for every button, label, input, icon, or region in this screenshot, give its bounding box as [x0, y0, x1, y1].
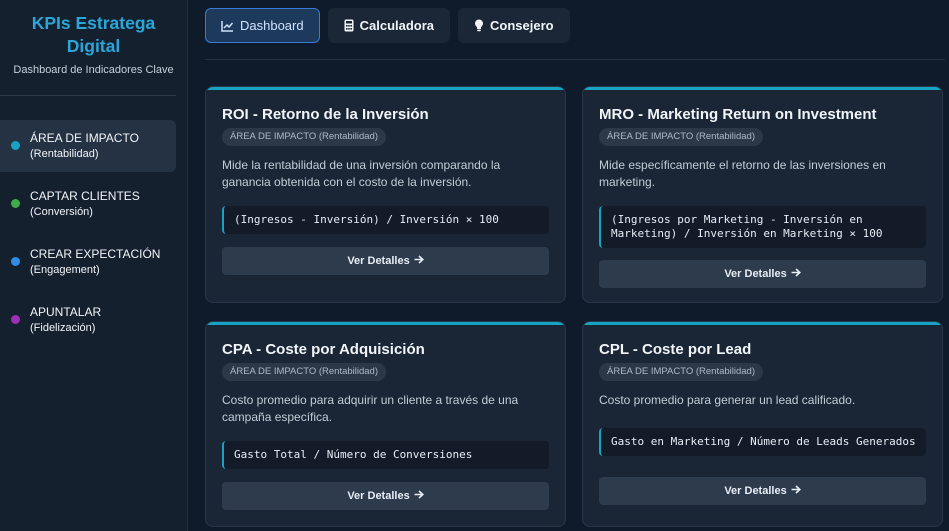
- sidebar: KPIs Estratega Digital Dashboard de Indi…: [0, 0, 188, 531]
- status-dot: [11, 315, 20, 324]
- sidebar-item-subtitle: (Conversión): [30, 206, 93, 218]
- sidebar-item-title: ÁREA DE IMPACTO: [30, 131, 139, 145]
- sidebar-item-area-de-impacto[interactable]: ÁREA DE IMPACTO (Rentabilidad): [0, 120, 176, 172]
- card-description: Costo promedio para generar un lead cali…: [599, 393, 856, 407]
- arrow-right-icon: [414, 255, 424, 267]
- brand: KPIs Estratega Digital Dashboard de Indi…: [0, 0, 187, 76]
- kpi-card-cpa: CPA - Coste por Adquisición ÁREA DE IMPA…: [205, 321, 566, 527]
- brand-title-line1: KPIs Estratega: [31, 13, 156, 33]
- sidebar-nav: ÁREA DE IMPACTO (Rentabilidad) CAPTAR CL…: [0, 120, 176, 352]
- ver-detalles-button[interactable]: Ver Detalles: [222, 247, 549, 275]
- kpi-card-cpl: CPL - Coste por Lead ÁREA DE IMPACTO (Re…: [582, 321, 943, 527]
- tab-label: Dashboard: [240, 18, 304, 33]
- sidebar-item-title: APUNTALAR: [30, 305, 102, 319]
- sidebar-item-captar-clientes[interactable]: CAPTAR CLIENTES (Conversión): [0, 178, 176, 230]
- chart-line-icon: [221, 20, 234, 32]
- ver-detalles-button[interactable]: Ver Detalles: [599, 477, 926, 505]
- status-dot: [11, 199, 20, 208]
- ver-detalles-button[interactable]: Ver Detalles: [599, 260, 926, 288]
- arrow-right-icon: [414, 490, 424, 502]
- formula-box: Gasto en Marketing / Número de Leads Gen…: [599, 428, 926, 456]
- arrow-right-icon: [791, 268, 801, 280]
- formula-box: (Ingresos por Marketing - Inversión en M…: [599, 206, 926, 248]
- card-description: Mide específicamente el retorno de las i…: [599, 158, 886, 189]
- arrow-right-icon: [791, 485, 801, 497]
- sidebar-item-subtitle: (Fidelización): [30, 322, 96, 334]
- tab-dashboard[interactable]: Dashboard: [205, 8, 320, 43]
- card-title: MRO - Marketing Return on Investment: [599, 106, 877, 123]
- card-title: CPL - Coste por Lead: [599, 341, 752, 358]
- main-content: Dashboard Calculadora Consejero ROI - Re…: [189, 0, 949, 531]
- button-label: Ver Detalles: [724, 485, 787, 497]
- button-label: Ver Detalles: [347, 490, 410, 502]
- sidebar-item-title: CREAR EXPECTACIÓN: [30, 247, 161, 261]
- lightbulb-icon: [474, 19, 484, 32]
- tab-consejero[interactable]: Consejero: [458, 8, 570, 43]
- tab-calculadora[interactable]: Calculadora: [327, 8, 451, 43]
- card-title: CPA - Coste por Adquisición: [222, 341, 425, 358]
- calculator-icon: [344, 19, 354, 32]
- button-label: Ver Detalles: [347, 255, 410, 267]
- formula-box: Gasto Total / Número de Conversiones: [222, 441, 549, 469]
- card-description: Mide la rentabilidad de una inversión co…: [222, 158, 501, 189]
- card-title: ROI - Retorno de la Inversión: [222, 106, 429, 123]
- sidebar-divider: [0, 95, 176, 96]
- brand-title-line2: Digital: [66, 36, 121, 56]
- formula-box: (Ingresos - Inversión) / Inversión × 100: [222, 206, 549, 234]
- brand-subtitle: Dashboard de Indicadores Clave: [13, 64, 174, 76]
- kpi-card-roi: ROI - Retorno de la Inversión ÁREA DE IM…: [205, 86, 566, 303]
- kpi-card-mro: MRO - Marketing Return on Investment ÁRE…: [582, 86, 943, 303]
- category-badge: ÁREA DE IMPACTO (Rentabilidad): [222, 128, 387, 146]
- button-label: Ver Detalles: [724, 268, 787, 280]
- sidebar-item-crear-expectacion[interactable]: CREAR EXPECTACIÓN (Engagement): [0, 236, 176, 288]
- status-dot: [11, 257, 20, 266]
- category-badge: ÁREA DE IMPACTO (Rentabilidad): [599, 128, 764, 146]
- tab-bar: Dashboard Calculadora Consejero: [205, 8, 570, 43]
- category-badge: ÁREA DE IMPACTO (Rentabilidad): [222, 363, 387, 381]
- header-divider: [205, 59, 945, 60]
- tab-label: Calculadora: [359, 18, 435, 33]
- sidebar-item-subtitle: (Engagement): [30, 264, 100, 276]
- status-dot: [11, 141, 20, 150]
- card-description: Costo promedio para adquirir un cliente …: [222, 393, 519, 424]
- tab-label: Consejero: [490, 18, 554, 33]
- sidebar-item-apuntalar[interactable]: APUNTALAR (Fidelización): [0, 294, 176, 346]
- ver-detalles-button[interactable]: Ver Detalles: [222, 482, 549, 510]
- sidebar-item-subtitle: (Rentabilidad): [30, 148, 99, 160]
- sidebar-item-title: CAPTAR CLIENTES: [30, 189, 140, 203]
- category-badge: ÁREA DE IMPACTO (Rentabilidad): [599, 363, 764, 381]
